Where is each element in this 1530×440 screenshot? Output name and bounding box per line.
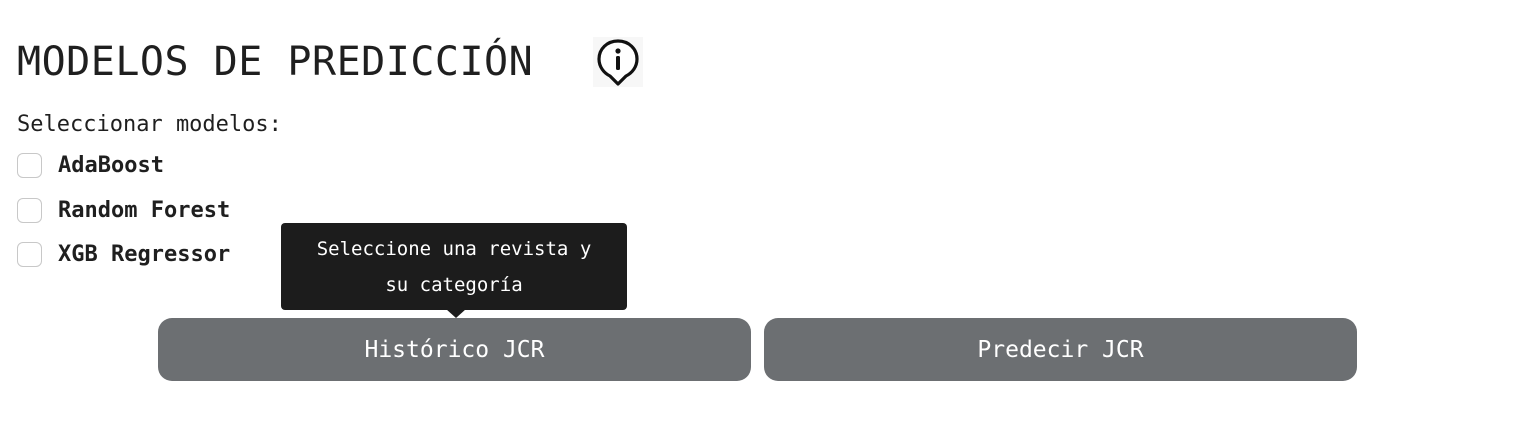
- historico-jcr-button[interactable]: Histórico JCR: [158, 318, 751, 381]
- info-icon[interactable]: [593, 37, 644, 87]
- page-title: MODELOS DE PREDICCIÓN: [17, 39, 534, 85]
- select-models-label: Seleccionar modelos:: [17, 112, 282, 137]
- model-option-random-forest[interactable]: Random Forest: [17, 195, 230, 225]
- model-option-xgb-regressor[interactable]: XGB Regressor: [17, 239, 230, 269]
- model-option-label: AdaBoost: [58, 152, 164, 178]
- tooltip-line-2: su categoría: [385, 274, 523, 296]
- adaboost-checkbox[interactable]: [17, 152, 42, 178]
- model-checkbox-list: AdaBoost Random Forest XGB Regressor: [17, 150, 230, 284]
- tooltip-line-1: Seleccione una revista y: [316, 238, 592, 260]
- random-forest-checkbox[interactable]: [17, 197, 42, 223]
- model-option-label: XGB Regressor: [58, 241, 231, 267]
- predecir-jcr-button[interactable]: Predecir JCR: [764, 318, 1357, 381]
- model-option-label: Random Forest: [58, 197, 231, 223]
- title-row: MODELOS DE PREDICCIÓN: [17, 35, 644, 89]
- info-icon-graphic: [597, 39, 639, 86]
- model-option-adaboost[interactable]: AdaBoost: [17, 150, 230, 180]
- tooltip-arrow: [446, 309, 466, 318]
- tooltip: Seleccione una revista y su categoría: [281, 223, 627, 310]
- xgb-regressor-checkbox[interactable]: [17, 241, 42, 267]
